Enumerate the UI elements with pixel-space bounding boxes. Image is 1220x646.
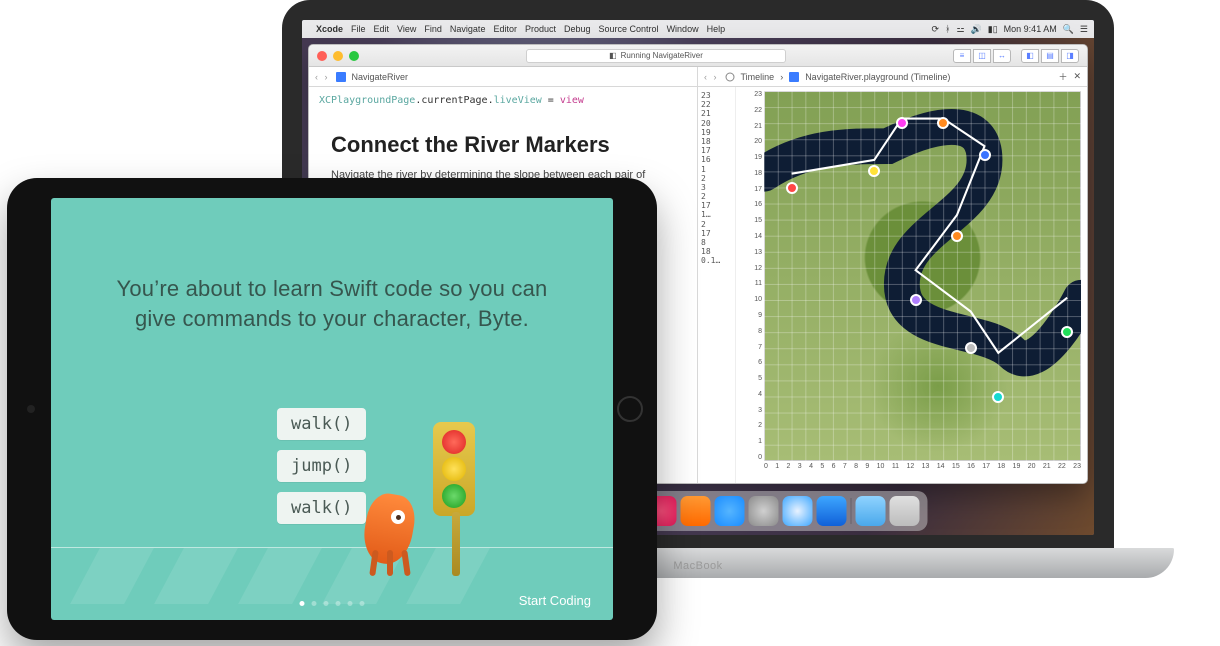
playground-file-icon [336, 72, 346, 82]
river-marker[interactable] [868, 165, 880, 177]
add-pane-button[interactable]: ＋ [1058, 70, 1067, 83]
live-view: 23222120191817161514131211109876543210 [736, 87, 1087, 483]
chevron-right-icon: › [780, 72, 783, 82]
menubar-item[interactable]: Source Control [599, 24, 659, 34]
jumpbar-history-icons[interactable]: ‹ › [315, 72, 330, 82]
xcode-jumpbar: ‹ › NavigateRiver ‹ › Timeline [309, 67, 1087, 87]
jumpbar-right-item[interactable]: Timeline [741, 72, 775, 82]
river-marker[interactable] [951, 230, 963, 242]
dock-app-books[interactable] [681, 496, 711, 526]
dock-divider [851, 498, 852, 524]
traffic-light-yellow-icon [442, 457, 466, 481]
chart-y-axis: 23222120191817161514131211109876543210 [746, 91, 762, 461]
source-editor[interactable]: XCPlaygroundPage.currentPage.liveView = … [309, 87, 697, 114]
menubar-status: ⟳ ᚼ ⚍ 🔊 ▮▯ Mon 9:41 AM 🔍 ☰ [932, 24, 1088, 35]
river-marker[interactable] [1061, 326, 1073, 338]
menubar-item[interactable]: Edit [374, 24, 390, 34]
assistant-editor-button[interactable]: ◫ [973, 49, 991, 63]
menubar-item[interactable]: View [397, 24, 416, 34]
volume-icon[interactable]: 🔊 [971, 24, 982, 35]
menubar-item[interactable]: Editor [493, 24, 517, 34]
river-marker[interactable] [937, 117, 949, 129]
menubar-app-name[interactable]: Xcode [316, 24, 343, 34]
code-token: liveView [494, 95, 542, 106]
code-token: view [560, 95, 584, 106]
menubar-clock[interactable]: Mon 9:41 AM [1004, 24, 1057, 34]
start-coding-button[interactable]: Start Coding [519, 593, 591, 608]
river-marker[interactable] [965, 342, 977, 354]
headline-line: You’re about to learn Swift code so you … [51, 274, 613, 304]
menubar-item[interactable]: Navigate [450, 24, 486, 34]
editor-layout-segmented: ≡ ◫ ↔ [953, 49, 1011, 63]
ipad-home-button[interactable] [617, 396, 643, 422]
bluetooth-icon[interactable]: ᚼ [945, 24, 950, 34]
playground-file-icon [789, 72, 799, 82]
window-minimize-button[interactable] [333, 51, 343, 61]
menubar-item[interactable]: Product [525, 24, 556, 34]
xcode-activity-field: ◧ Running NavigateRiver [526, 49, 786, 63]
toggle-debug-button[interactable]: ▤ [1041, 49, 1059, 63]
timeline-icon [725, 72, 735, 82]
dock-app-xcode[interactable] [817, 496, 847, 526]
jumpbar-right-item[interactable]: NavigateRiver.playground (Timeline) [805, 72, 950, 82]
river-marker[interactable] [979, 149, 991, 161]
menubar-item[interactable]: Help [707, 24, 726, 34]
traffic-light-green-icon [442, 484, 466, 508]
window-close-button[interactable] [317, 51, 327, 61]
byte-character [351, 476, 431, 576]
battery-icon[interactable]: ▮▯ [988, 24, 998, 35]
menubar-item[interactable]: File [351, 24, 366, 34]
dock-app-safari[interactable] [783, 496, 813, 526]
result-sidebar: 23222120191817161232171…2178180.1… [698, 87, 736, 483]
menubar-item[interactable]: Find [424, 24, 442, 34]
xcode-titlebar: ◧ Running NavigateRiver ≡ ◫ ↔ ◧ ▤ [309, 45, 1087, 67]
swift-playgrounds-screen: You’re about to learn Swift code so you … [51, 198, 613, 620]
menubar-item[interactable]: Window [667, 24, 699, 34]
dock-app-appstore[interactable] [715, 496, 745, 526]
river-marker[interactable] [896, 117, 908, 129]
chart-x-axis: 01234567891011121314151617181920212223 [764, 463, 1081, 477]
ipad-device: You’re about to learn Swift code so you … [7, 178, 657, 640]
code-token: = [542, 95, 560, 106]
code-token: .currentPage. [415, 95, 493, 106]
macos-menubar: Xcode File Edit View Find Navigate Edito… [302, 20, 1094, 38]
jumpbar-history-icons[interactable]: ‹ › [704, 72, 719, 82]
macbook-label: MacBook [673, 560, 722, 572]
river-marker[interactable] [786, 182, 798, 194]
river-chart [764, 91, 1081, 461]
code-token: XCPlaygroundPage [319, 95, 415, 106]
panel-toggle-segmented: ◧ ▤ ◨ [1021, 49, 1079, 63]
standard-editor-button[interactable]: ≡ [953, 49, 971, 63]
ipad-camera [27, 405, 35, 413]
river-marker[interactable] [992, 391, 1004, 403]
toggle-navigator-button[interactable]: ◧ [1021, 49, 1039, 63]
spotlight-icon[interactable]: 🔍 [1063, 24, 1074, 35]
dock-trash[interactable] [890, 496, 920, 526]
notification-center-icon[interactable]: ☰ [1080, 24, 1088, 35]
jumpbar-left-item[interactable]: NavigateRiver [352, 72, 409, 82]
wifi-icon[interactable]: ⚍ [956, 24, 964, 35]
sync-icon[interactable]: ⟳ [932, 24, 940, 35]
page-indicator[interactable] [300, 601, 365, 606]
version-editor-button[interactable]: ↔ [993, 49, 1011, 63]
headline-line: give commands to your character, Byte. [51, 304, 613, 334]
dock-downloads-folder[interactable] [856, 496, 886, 526]
marker-polyline [764, 91, 1081, 408]
menubar-item[interactable]: Debug [564, 24, 591, 34]
dock-app-settings[interactable] [749, 496, 779, 526]
code-chip[interactable]: walk() [277, 408, 366, 440]
river-marker[interactable] [910, 294, 922, 306]
doc-title: Connect the River Markers [331, 132, 675, 158]
intro-headline: You’re about to learn Swift code so you … [51, 274, 613, 333]
xcode-activity-text: Running NavigateRiver [621, 51, 703, 60]
toggle-inspector-button[interactable]: ◨ [1061, 49, 1079, 63]
assistant-pane: 23222120191817161232171…2178180.1… 23222… [698, 87, 1087, 483]
running-indicator-icon: ◧ [609, 51, 617, 60]
traffic-light-red-icon [442, 430, 466, 454]
close-pane-button[interactable]: ✕ [1073, 71, 1081, 82]
window-zoom-button[interactable] [349, 51, 359, 61]
traffic-light [427, 422, 483, 576]
